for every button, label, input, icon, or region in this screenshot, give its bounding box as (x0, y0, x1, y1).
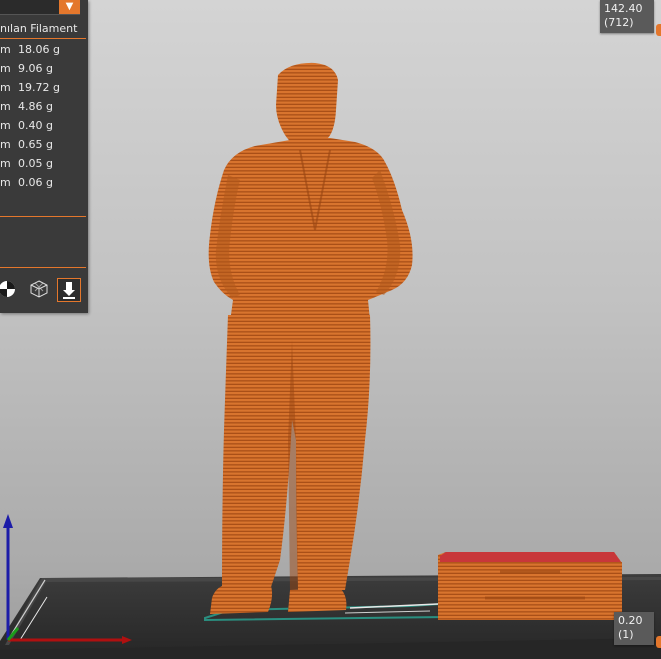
legend-row-weight: 9.06 g (18, 62, 53, 75)
legend-row: m 0.06 g (0, 173, 86, 192)
nameplate-model[interactable] (438, 552, 622, 620)
legend-row: m 0.65 g (0, 135, 86, 154)
legend-row-unit: m (0, 157, 11, 170)
legend-row: m 0.40 g (0, 116, 86, 135)
view-wireframe-icon[interactable] (28, 278, 50, 300)
legend-row-weight: 4.86 g (18, 100, 53, 113)
legend-row-weight: 0.06 g (18, 176, 53, 189)
layer-slider-bottom-label: 0.20 (1) (614, 612, 654, 645)
legend-row-weight: 0.05 g (18, 157, 53, 170)
legend-row-unit: m (0, 100, 11, 113)
legend-row-unit: m (0, 176, 11, 189)
view-type-combobox[interactable]: ▼ (0, 0, 80, 15)
legend-row-weight: 19.72 g (18, 81, 60, 94)
legend-row-unit: m (0, 62, 11, 75)
bottom-layer-number: (1) (618, 628, 634, 641)
legend-divider (0, 267, 86, 268)
legend-divider (0, 38, 86, 39)
layer-slider-top-handle[interactable] (656, 24, 661, 36)
top-layer-number: (712) (604, 16, 634, 29)
legend-row-unit: m (0, 138, 11, 151)
legend-row: m 9.06 g (0, 59, 86, 78)
view-export-icon[interactable] (57, 278, 81, 302)
legend-row: m 0.05 g (0, 154, 86, 173)
legend-panel: ▼ nılan Filament m 18.06 g m 9.06 g m 19.72 g… (0, 0, 88, 313)
legend-row-weight: 0.65 g (18, 138, 53, 151)
legend-row: m 18.06 g (0, 40, 86, 59)
legend-row: m 4.86 g (0, 97, 86, 116)
legend-row-unit: m (0, 119, 11, 132)
legend-row-unit: m (0, 43, 11, 56)
scene-canvas (0, 62, 661, 659)
legend-header: nılan Filament (0, 22, 78, 35)
legend-row-unit: m (0, 81, 11, 94)
top-height-value: 142.40 (604, 2, 643, 15)
3d-viewport[interactable] (0, 0, 661, 659)
statue-model[interactable] (208, 62, 413, 614)
dropdown-arrow-icon[interactable]: ▼ (59, 0, 80, 14)
view-shaded-icon[interactable] (0, 278, 18, 300)
legend-row: m 19.72 g (0, 78, 86, 97)
bottom-height-value: 0.20 (618, 614, 643, 627)
layer-slider-bottom-handle[interactable] (656, 636, 661, 648)
legend-row-weight: 18.06 g (18, 43, 60, 56)
layer-slider-top-label: 142.40 (712) (600, 0, 654, 33)
legend-divider (0, 216, 86, 217)
legend-row-weight: 0.40 g (18, 119, 53, 132)
